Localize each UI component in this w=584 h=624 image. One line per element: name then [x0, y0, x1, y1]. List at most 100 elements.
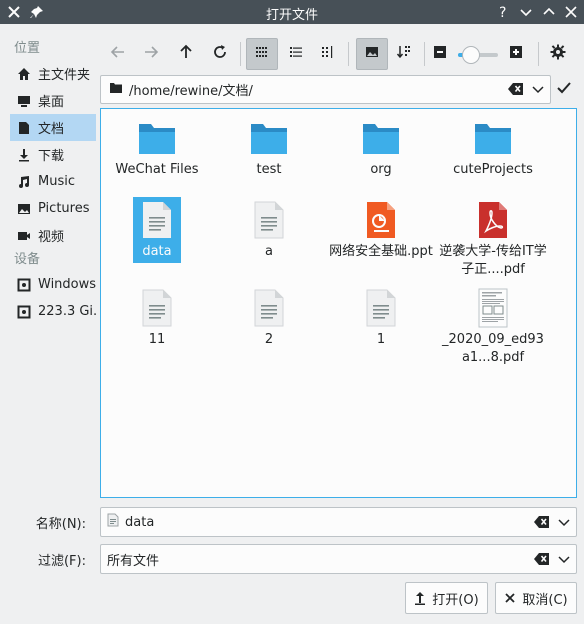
cancel-button-label: 取消(C)	[522, 592, 568, 608]
reload-button[interactable]	[204, 38, 236, 70]
name-label: 名称(N):	[35, 517, 86, 532]
sidebar-item-home[interactable]: 主文件夹	[0, 60, 98, 87]
sidebar-item-music[interactable]: Music	[0, 168, 98, 195]
filename-field[interactable]: data	[100, 507, 577, 537]
file-name: test	[256, 162, 282, 177]
file-item[interactable]: 1	[325, 285, 437, 349]
list-view-button[interactable]	[280, 38, 312, 70]
file-name: a	[265, 244, 273, 259]
clear-text-icon[interactable]	[508, 82, 524, 100]
filter-value[interactable]: 所有文件	[107, 550, 159, 569]
minimize-icon[interactable]	[517, 3, 535, 21]
file-item[interactable]: org	[325, 115, 437, 179]
text-file-icon	[107, 513, 119, 531]
folder-icon	[109, 81, 123, 99]
download-icon	[16, 147, 32, 163]
back-button[interactable]	[102, 38, 134, 70]
sidebar-item-label: 主文件夹	[38, 68, 91, 83]
arrow-left-icon	[110, 44, 126, 64]
folder-icon	[213, 115, 325, 161]
chevron-down-icon[interactable]	[532, 84, 544, 99]
file-item[interactable]: 2	[213, 285, 325, 349]
toolbar-separator	[240, 42, 241, 66]
zoom-slider[interactable]	[458, 46, 498, 64]
text-file-icon	[133, 197, 181, 243]
open-button-label: 打开(O)	[432, 592, 479, 608]
image-preview-icon	[364, 44, 380, 64]
tree-view-button[interactable]	[312, 38, 344, 70]
chevron-down-icon[interactable]	[558, 517, 570, 532]
sidebar-item-label: Music	[38, 174, 75, 189]
file-item[interactable]: test	[213, 115, 325, 179]
toolbar-separator	[348, 42, 349, 66]
chevron-down-icon[interactable]	[558, 554, 570, 569]
sidebar-item-pictures[interactable]: Pictures	[0, 195, 98, 222]
zoom-in-button[interactable]	[500, 38, 532, 70]
gear-icon	[550, 44, 566, 64]
sidebar-item-windows-drive[interactable]: Windows	[0, 271, 98, 298]
preview-toggle-button[interactable]	[356, 38, 388, 70]
refresh-icon	[212, 44, 228, 64]
arrow-right-icon	[143, 44, 159, 64]
drive-icon	[16, 277, 32, 293]
zoom-out-button[interactable]	[424, 38, 456, 70]
sort-button[interactable]	[388, 38, 420, 70]
file-item[interactable]: _2020_09_ed93a1...8.pdf	[437, 285, 549, 367]
pictures-icon	[16, 201, 32, 217]
zoom-slider-handle[interactable]	[462, 46, 480, 64]
location-bar[interactable]: /home/rewine/文档/	[100, 75, 551, 104]
desktop-icon	[16, 93, 32, 109]
sidebar-item-label: 桌面	[38, 95, 65, 110]
file-name: 1	[376, 332, 386, 347]
selection-highlight: data	[133, 197, 181, 263]
file-name: cuteProjects	[453, 162, 533, 177]
file-item[interactable]: data	[101, 197, 213, 263]
file-item[interactable]: 网络安全基础.ppt	[325, 197, 437, 261]
sidebar-item-desktop[interactable]: 桌面	[0, 87, 98, 114]
file-item[interactable]: a	[213, 197, 325, 261]
clear-text-icon[interactable]	[534, 515, 550, 533]
filter-label: 过滤(F):	[37, 554, 86, 569]
forward-button[interactable]	[135, 38, 167, 70]
sidebar-item-label: 223.3 Gi...	[38, 304, 98, 319]
file-name: 网络安全基础.ppt	[329, 244, 433, 259]
maximize-icon[interactable]	[540, 3, 558, 21]
file-name: WeChat Files	[115, 162, 199, 177]
sidebar-item-volume-drive[interactable]: 223.3 Gi...	[0, 298, 98, 325]
plus-icon	[508, 44, 524, 64]
minus-icon	[432, 44, 448, 64]
clear-text-icon[interactable]	[534, 552, 550, 570]
icons-view-button[interactable]	[246, 38, 278, 70]
sidebar-item-documents[interactable]: 文档	[10, 114, 96, 141]
name-row: 名称(N): data	[0, 507, 584, 537]
sidebar-item-label: 视频	[38, 230, 65, 245]
list-view-icon	[288, 44, 304, 64]
help-icon[interactable]: ?	[494, 3, 512, 21]
text-file-icon	[101, 285, 213, 331]
sidebar-item-label: Windows	[38, 277, 97, 292]
file-item[interactable]: cuteProjects	[437, 115, 549, 179]
file-name: org	[370, 162, 392, 177]
parent-folder-button[interactable]	[170, 38, 202, 70]
filename-input[interactable]: data	[125, 515, 154, 530]
options-button[interactable]	[542, 38, 574, 70]
sidebar-item-videos[interactable]: 视频	[0, 222, 98, 249]
file-item[interactable]: WeChat Files	[101, 115, 213, 179]
cancel-button[interactable]: 取消(C)	[495, 582, 577, 614]
places-sidebar: 位置 主文件夹 桌面 文档 下载 Music Pictures 视频 设备 Wi…	[0, 38, 98, 325]
go-checkmark-icon[interactable]	[556, 80, 572, 100]
text-file-icon	[213, 285, 325, 331]
window-close-icon[interactable]	[562, 3, 580, 21]
tree-view-icon	[320, 44, 336, 64]
toolbar-separator	[538, 42, 539, 66]
sidebar-item-downloads[interactable]: 下载	[0, 141, 98, 168]
location-input[interactable]: /home/rewine/文档/	[129, 80, 253, 99]
filter-row: 过滤(F): 所有文件	[0, 544, 584, 574]
open-button[interactable]: 打开(O)	[405, 582, 488, 614]
file-item[interactable]: 11	[101, 285, 213, 349]
text-file-icon	[213, 197, 325, 243]
file-view[interactable]: WeChat Files test org cuteProjects data …	[100, 108, 577, 498]
filter-select[interactable]: 所有文件	[100, 544, 577, 574]
document-icon	[16, 120, 32, 136]
file-item[interactable]: 逆袭大学-传给IT学子正....pdf	[437, 197, 549, 279]
